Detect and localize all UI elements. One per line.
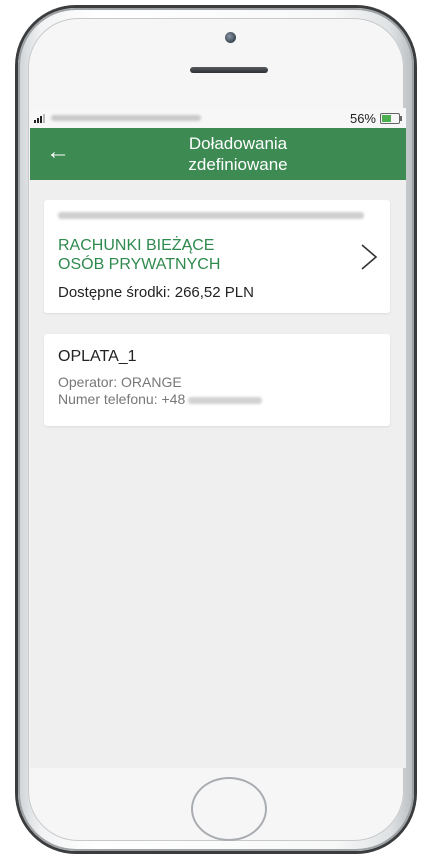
account-card[interactable]: RACHUNKI BIEŻĄCE OSÓB PRYWATNYCH Dostępn…: [44, 200, 390, 313]
topup-phone: Numer telefonu: +48: [58, 391, 263, 407]
chevron-right-icon[interactable]: [358, 242, 380, 272]
topup-operator: Operator: ORANGE: [58, 374, 182, 390]
account-name: RACHUNKI BIEŻĄCE OSÓB PRYWATNYCH: [58, 237, 221, 273]
topup-phone-label: Numer telefonu: +48: [58, 391, 186, 407]
front-camera-icon: [225, 32, 236, 43]
phone-number-redacted: [188, 396, 263, 404]
topup-name: OPLATA_1: [58, 348, 137, 365]
home-button[interactable]: [191, 777, 267, 841]
carrier-redacted: [51, 115, 201, 121]
earpiece-speaker: [190, 67, 268, 73]
battery-percent: 56%: [349, 111, 376, 126]
status-bar: 56%: [30, 108, 406, 128]
app-header: ← Doładowania zdefiniowane: [30, 128, 406, 180]
account-number-redacted: [58, 212, 364, 219]
list-item[interactable]: OPLATA_1 Operator: ORANGE Numer telefonu…: [44, 334, 390, 426]
battery-icon: [380, 113, 402, 124]
app-screen: 56% ← Doładowania zdefiniowane RACHUNKI …: [30, 108, 406, 768]
arrow-left-icon[interactable]: ←: [46, 140, 70, 164]
page-title: Doładowania zdefiniowane: [188, 134, 288, 174]
signal-icon: [34, 113, 45, 123]
available-funds: Dostępne środki: 266,52 PLN: [58, 284, 254, 301]
